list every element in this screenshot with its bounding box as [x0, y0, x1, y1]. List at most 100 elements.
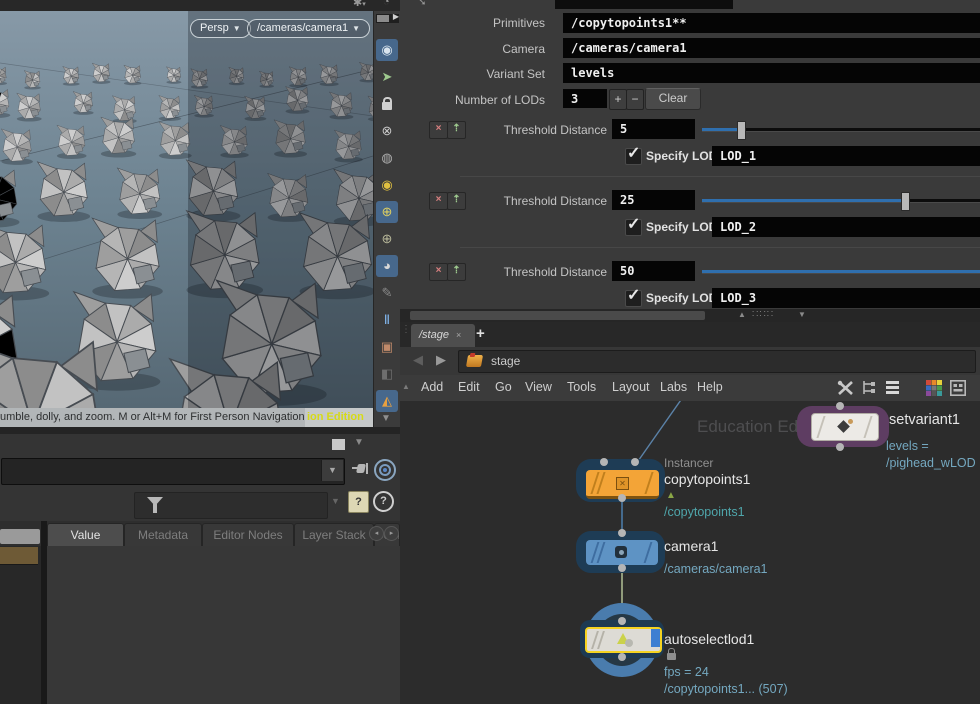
pane-divider[interactable] [0, 427, 400, 434]
remove-lod-button[interactable]: × [429, 263, 448, 281]
menu-layout[interactable]: Layout [612, 380, 650, 394]
node-path-dropdown[interactable]: ▼ [1, 458, 345, 485]
node-camera1-body[interactable] [586, 540, 658, 565]
camera-field[interactable]: /cameras/camera1 [563, 38, 980, 58]
tab-metadata[interactable]: Metadata [124, 523, 202, 546]
menu-go[interactable]: Go [495, 380, 512, 394]
chevron-down-icon[interactable]: ▼ [321, 460, 343, 481]
tree-view-icon[interactable] [861, 380, 876, 396]
view-mode-dropdown[interactable]: Persp▼ [190, 19, 251, 38]
breadcrumb[interactable]: stage [458, 350, 976, 373]
display-options-icon[interactable]: ◭ [376, 390, 398, 412]
slider-handle[interactable] [901, 192, 910, 211]
menu-help[interactable]: Help [697, 380, 723, 394]
eye-edit-icon[interactable]: ✎ [376, 282, 398, 304]
drag-arrow-icon[interactable]: ➘ [418, 0, 426, 8]
threshold-field[interactable]: 50 [612, 261, 695, 281]
menu-view[interactable]: View [525, 380, 552, 394]
toolbar-scrollbar[interactable]: ▶ [376, 14, 399, 23]
clipboard-help-icon[interactable]: ? [348, 491, 369, 513]
node-input-dot[interactable] [836, 402, 844, 410]
images-icon[interactable]: ▣ [376, 336, 398, 358]
camera-dropdown[interactable]: /cameras/camera1▼ [247, 19, 370, 38]
add-circle-icon[interactable]: ⊕ [376, 201, 398, 223]
view-eye-icon[interactable]: ◉ [376, 39, 398, 61]
panel-layout-icon[interactable] [950, 380, 966, 396]
back-icon[interactable]: ◀ [413, 352, 423, 368]
splitter-down-icon[interactable]: ▼ [798, 310, 806, 319]
tab-scroll-right-icon[interactable]: ▸ [384, 526, 399, 541]
menu-add[interactable]: Add [421, 380, 443, 394]
close-icon[interactable]: × [456, 330, 461, 340]
sphere-icon[interactable]: ◍ [376, 147, 398, 169]
threshold-slider[interactable] [702, 263, 980, 280]
node-input-dot[interactable] [631, 458, 639, 466]
node-input-dot[interactable] [600, 458, 608, 466]
lock-icon[interactable] [376, 93, 398, 115]
bulb-off-icon[interactable]: ⊗ [376, 120, 398, 142]
tree-scrollbar[interactable] [0, 529, 40, 544]
list-view-icon[interactable] [885, 380, 900, 396]
scroll-right-icon[interactable]: ▶ [393, 12, 399, 21]
scrollbar-thumb[interactable] [377, 15, 389, 22]
remove-lod-button[interactable]: × [429, 121, 448, 139]
pin-icon[interactable] [352, 462, 370, 476]
cube-icon[interactable]: ◧ [376, 363, 398, 385]
node-label[interactable]: copytopoints1 [664, 471, 750, 487]
add-ellipse-icon[interactable]: ⊕ [376, 228, 398, 250]
color-palette-icon[interactable] [926, 380, 942, 396]
lod-name-field[interactable]: LOD_3 [712, 288, 980, 308]
splitter-up-icon[interactable]: ▲ [738, 310, 746, 319]
filter-input[interactable] [134, 492, 328, 519]
remove-lod-button[interactable]: × [429, 192, 448, 210]
forward-icon[interactable]: ▶ [436, 352, 446, 368]
node-setvariant1-body[interactable] [811, 413, 879, 441]
lod-name-field[interactable]: LOD_1 [712, 146, 980, 166]
node-autoselectlod1-body[interactable] [585, 627, 662, 653]
tools-wrench-icon[interactable] [837, 380, 854, 396]
node-input-dot[interactable] [618, 617, 626, 625]
tree-selected-row[interactable] [0, 547, 38, 565]
scroll-up-icon[interactable]: ▲ [402, 382, 410, 391]
node-label[interactable]: autoselectlod1 [664, 631, 754, 647]
tab-scroll-left-icon[interactable]: ◂ [369, 526, 384, 541]
scrollbar-thumb[interactable] [410, 311, 705, 320]
clock-icon[interactable]: ◔ [383, 0, 390, 8]
threshold-field[interactable]: 5 [612, 119, 695, 139]
decrement-button[interactable]: − [626, 89, 644, 110]
toolbar-more-icon[interactable]: ▼ [381, 413, 391, 424]
node-output-dot[interactable] [618, 494, 626, 502]
help-icon[interactable]: ? [373, 491, 394, 512]
network-editor[interactable]: Education Ed setvariant1 levels = /pighe… [400, 401, 980, 704]
node-input-dot[interactable] [618, 529, 626, 537]
menu-labs[interactable]: Labs [660, 380, 687, 394]
user-icon[interactable]: ✱▾ [353, 0, 366, 9]
node-output-dot[interactable] [618, 653, 626, 661]
num-lods-field[interactable]: 3 [563, 89, 607, 108]
specify-lod-checkbox[interactable]: ✓ [625, 148, 642, 165]
follow-selection-icon[interactable] [374, 459, 396, 481]
tab-layer-stack[interactable]: Layer Stack [294, 523, 374, 546]
tab-stage[interactable]: /stage× [411, 324, 475, 347]
node-label[interactable]: setvariant1 [889, 412, 960, 428]
variant-set-field[interactable]: levels [563, 63, 980, 83]
threshold-slider[interactable] [702, 121, 980, 138]
chevron-down-icon[interactable]: ▼ [331, 496, 340, 506]
clear-button[interactable]: Clear [645, 88, 701, 110]
tab-editor-nodes[interactable]: Editor Nodes [202, 523, 294, 546]
menu-tools[interactable]: Tools [567, 380, 596, 394]
node-output-dot[interactable] [618, 564, 626, 572]
new-tab-button[interactable]: + [476, 325, 485, 342]
lod-name-field[interactable]: LOD_2 [712, 217, 980, 237]
node-label[interactable]: camera1 [664, 538, 718, 554]
primitives-field[interactable]: /copytopoints1** [563, 13, 980, 33]
specify-lod-checkbox[interactable]: ✓ [625, 219, 642, 236]
node-output-dot[interactable] [836, 443, 844, 451]
pane-maximize-icon[interactable] [332, 439, 345, 450]
increment-button[interactable]: + [609, 89, 627, 110]
snapshot-sphere-icon[interactable]: ◕ [376, 255, 398, 277]
visibility-eye-icon[interactable]: ◉ [376, 174, 398, 196]
pause-icon[interactable]: Ⅱ [376, 309, 398, 331]
select-arrow-icon[interactable]: ➤ [376, 66, 398, 88]
tab-value[interactable]: Value [47, 523, 124, 546]
